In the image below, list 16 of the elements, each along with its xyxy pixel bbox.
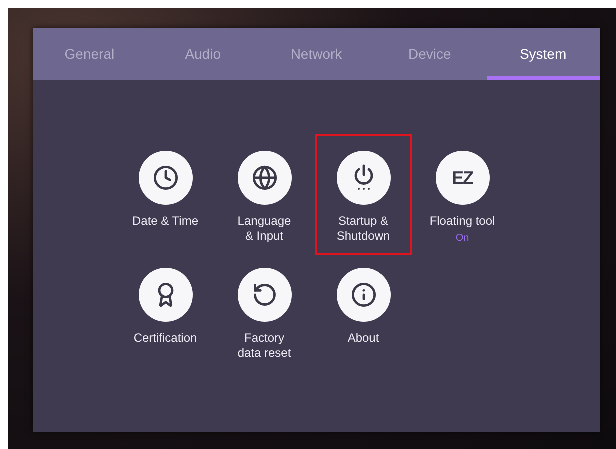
settings-item[interactable]: EZ Floating tool On bbox=[414, 134, 511, 255]
reset-icon bbox=[252, 282, 278, 308]
item-label: About bbox=[348, 331, 380, 346]
item-label: Factory data reset bbox=[238, 331, 292, 361]
item-label: Language & Input bbox=[238, 214, 292, 244]
item-label: Startup & Shutdown bbox=[336, 214, 390, 244]
clock-icon bbox=[152, 165, 178, 191]
settings-tab[interactable]: System bbox=[486, 28, 600, 80]
globe-icon bbox=[252, 165, 278, 191]
status-text: On bbox=[456, 233, 470, 244]
info-icon bbox=[350, 282, 376, 308]
floating-tool-logo: EZ bbox=[452, 169, 473, 187]
highlighted-settings-item[interactable]: Startup & Shutdown bbox=[315, 134, 412, 255]
item-label: Floating tool bbox=[430, 214, 496, 229]
item-label: Certification bbox=[134, 331, 198, 346]
item-label: Date & Time bbox=[132, 214, 199, 229]
